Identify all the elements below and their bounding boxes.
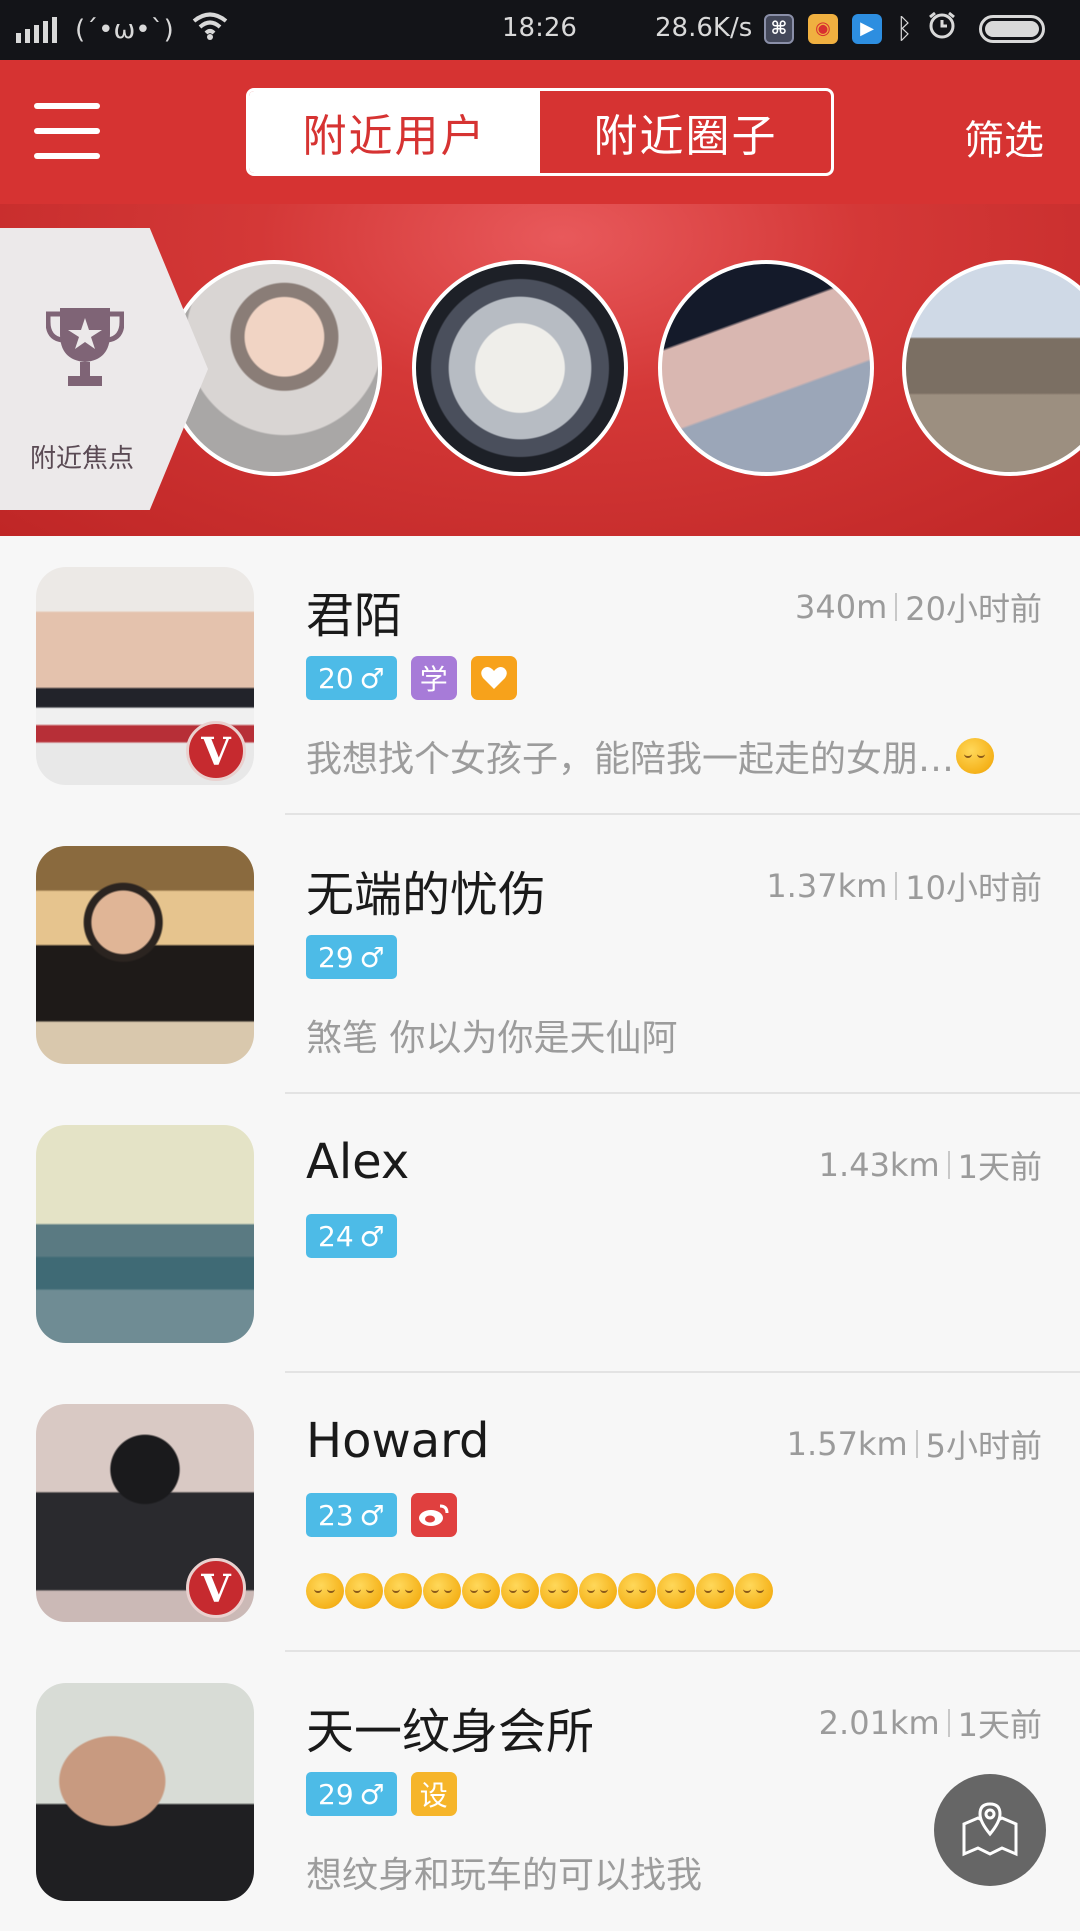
user-photo (36, 1125, 254, 1343)
emoji-smile-icon (696, 1573, 734, 1609)
tag-row: 29 ♂ (306, 935, 397, 979)
user-name: Howard (306, 1413, 490, 1469)
emoji-smile-icon (579, 1573, 617, 1609)
distance: 1.37km (766, 867, 888, 905)
distance: 2.01km (818, 1704, 940, 1742)
last-active: 1天前 (957, 1706, 1042, 1744)
distance-time: 1.37km 10小时前 (766, 863, 1042, 909)
emoji-smile-icon (501, 1573, 539, 1609)
distance: 1.43km (818, 1146, 940, 1184)
list-item[interactable]: Alex 1.43km 1天前 24 ♂ (0, 1094, 1080, 1373)
focus-avatar[interactable] (902, 260, 1080, 476)
last-active: 1天前 (957, 1148, 1042, 1186)
student-tag: 学 (410, 656, 457, 700)
emoji-row (306, 1573, 774, 1609)
user-photo (36, 1683, 254, 1901)
battery-icon (978, 14, 1045, 43)
screenshot-app-icon: ⌘ (764, 13, 794, 44)
clock: 18:26 (502, 13, 577, 43)
emoji-smile-icon (540, 1573, 578, 1609)
menu-icon[interactable] (34, 103, 100, 159)
app-header: 附近用户 附近圈子 筛选 (0, 60, 1080, 204)
emoji-smile-icon (384, 1573, 422, 1609)
emoji-smile-icon (306, 1573, 344, 1609)
distance-time: 340m 20小时前 (795, 584, 1042, 630)
user-name: Alex (306, 1134, 410, 1190)
tag-row: 23 ♂ (306, 1493, 457, 1537)
alarm-icon (927, 10, 957, 47)
distance: 1.57km (786, 1425, 908, 1463)
emoji-smile-icon (735, 1573, 773, 1609)
male-icon: ♂ (359, 1498, 385, 1532)
age-tag: 24 ♂ (306, 1214, 397, 1258)
distance: 340m (795, 588, 888, 626)
user-name: 无端的忧伤 (306, 867, 547, 923)
map-button[interactable] (934, 1774, 1046, 1886)
signature: 想纹身和玩车的可以找我 (306, 1855, 703, 1896)
emoji-smile-icon (423, 1573, 461, 1609)
list-item[interactable]: V 君陌 340m 20小时前 20 ♂ 学 我想找个女孩子，能陪我一起走的女朋… (0, 536, 1080, 815)
list-item[interactable]: 无端的忧伤 1.37km 10小时前 29 ♂ 煞笔 你以为你是天仙阿 (0, 815, 1080, 1094)
network-speed: 28.6K/s (655, 13, 753, 43)
nearby-focus-tag[interactable]: 附近焦点 (0, 228, 208, 510)
status-bar: (´•ω•`) 18:26 28.6K/s ⌘ ◉ ▶ ᛒ (0, 0, 1080, 60)
emoji-smile-icon (345, 1573, 383, 1609)
signature: 我想找个女孩子，能陪我一起走的女朋… (306, 730, 995, 782)
design-tag: 设 (410, 1772, 457, 1816)
male-icon: ♂ (359, 661, 385, 695)
video-app-icon: ▶ (852, 13, 882, 44)
tag-row: 29 ♂ 设 (306, 1772, 457, 1816)
user-photo: V (36, 1404, 254, 1622)
list-item[interactable]: 天一纹身会所 2.01km 1天前 29 ♂ 设 想纹身和玩车的可以找我 (0, 1652, 1080, 1931)
user-photo: V (36, 567, 254, 785)
user-photo (36, 846, 254, 1064)
male-icon: ♂ (359, 1777, 385, 1811)
emoji-smile-icon (618, 1573, 656, 1609)
heart-icon (470, 656, 517, 700)
age-tag: 20 ♂ (306, 656, 397, 700)
nearby-focus-strip: 附近焦点 (0, 204, 1080, 536)
signal-icon (16, 16, 57, 43)
weibo-app-icon: ◉ (808, 13, 838, 44)
emoji-smile-icon (956, 738, 995, 774)
last-active: 5小时前 (925, 1427, 1042, 1465)
emoji-smile-icon (657, 1573, 695, 1609)
list-item[interactable]: V Howard 1.57km 5小时前 23 ♂ (0, 1373, 1080, 1652)
user-name: 天一纹身会所 (306, 1704, 595, 1760)
distance-time: 2.01km 1天前 (819, 1700, 1042, 1746)
distance-time: 1.43km 1天前 (819, 1142, 1042, 1188)
age-tag: 23 ♂ (306, 1493, 397, 1537)
age-tag: 29 ♂ (306, 935, 397, 979)
male-icon: ♂ (359, 1219, 385, 1253)
signature: 煞笔 你以为你是天仙阿 (306, 1018, 678, 1059)
focus-label: 附近焦点 (30, 444, 135, 474)
tab-nearby-users[interactable]: 附近用户 (249, 91, 540, 173)
wifi-icon (192, 12, 228, 47)
tab-switcher: 附近用户 附近圈子 (246, 88, 834, 176)
focus-avatar[interactable] (658, 260, 874, 476)
signature (306, 1573, 774, 1609)
last-active: 10小时前 (905, 869, 1042, 907)
verified-badge: V (186, 721, 246, 781)
filter-button[interactable]: 筛选 (964, 108, 1044, 166)
map-pin-icon (962, 1802, 1018, 1857)
focus-avatar[interactable] (412, 260, 628, 476)
distance-time: 1.57km 5小时前 (787, 1421, 1042, 1467)
tag-row: 20 ♂ 学 (306, 656, 517, 700)
male-icon: ♂ (359, 940, 385, 974)
tab-nearby-circles[interactable]: 附近圈子 (540, 91, 831, 173)
bluetooth-icon: ᛒ (896, 12, 913, 45)
tag-row: 24 ♂ (306, 1214, 397, 1258)
trophy-icon (46, 308, 124, 386)
last-active: 20小时前 (905, 590, 1042, 628)
emoji-smile-icon (462, 1573, 500, 1609)
verified-badge: V (186, 1558, 246, 1618)
weibo-icon (410, 1493, 457, 1537)
carrier-text: (´•ω•`) (75, 14, 174, 45)
age-tag: 29 ♂ (306, 1772, 397, 1816)
user-name: 君陌 (306, 588, 403, 644)
